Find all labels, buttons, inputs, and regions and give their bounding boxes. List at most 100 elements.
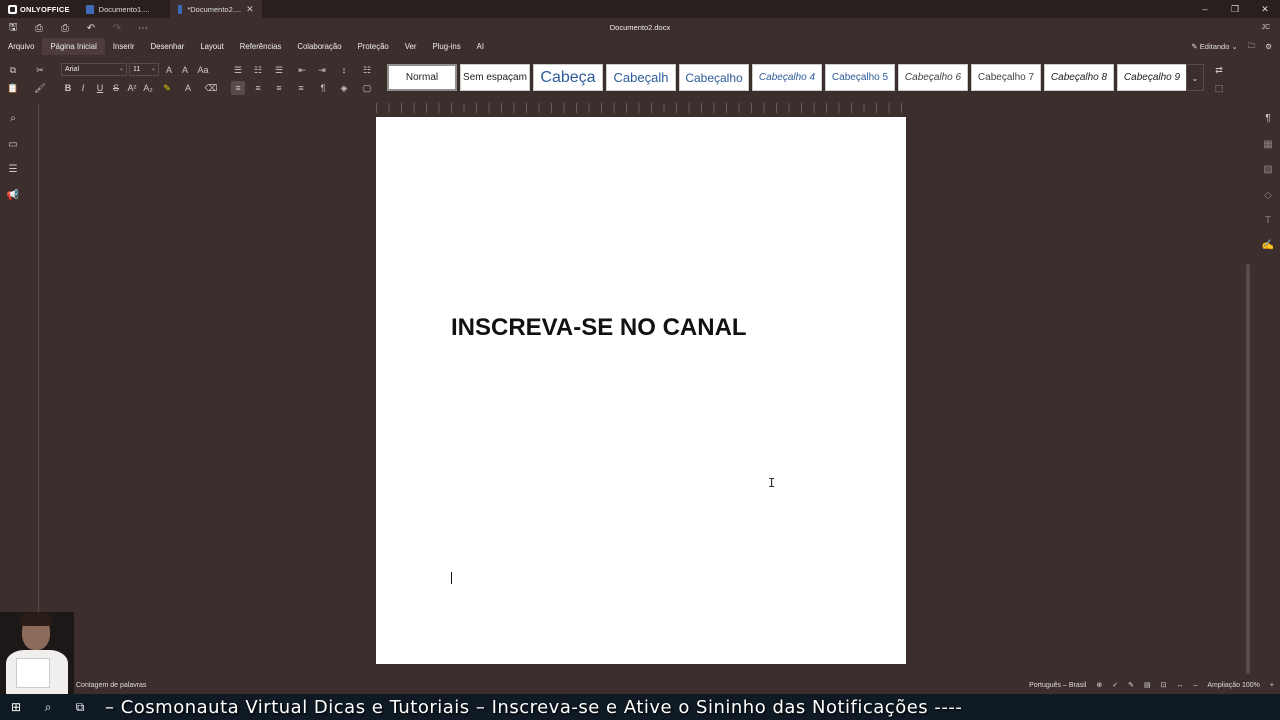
- tab-layout[interactable]: Layout: [192, 38, 231, 55]
- vertical-scrollbar[interactable]: [1245, 104, 1251, 674]
- tab-inserir[interactable]: Inserir: [105, 38, 143, 55]
- word-count-button[interactable]: Contagem de palavras: [76, 682, 146, 689]
- styles-expand-button[interactable]: ⌄: [1186, 64, 1204, 91]
- increase-font-icon[interactable]: A: [162, 63, 176, 77]
- tab-protecao[interactable]: Proteção: [350, 38, 397, 55]
- zoom-in-icon[interactable]: +: [1270, 682, 1274, 689]
- clear-format-icon[interactable]: ⌫: [204, 81, 218, 95]
- align-right-icon[interactable]: ≡: [272, 81, 286, 95]
- italic-icon[interactable]: I: [76, 81, 90, 95]
- zoom-level[interactable]: Ampliação 100%: [1207, 682, 1260, 689]
- textart-settings-icon[interactable]: T: [1261, 214, 1275, 228]
- user-avatar[interactable]: JC: [1261, 24, 1270, 31]
- windows-start-icon[interactable]: ⊞: [8, 699, 24, 715]
- quick-print-icon[interactable]: ⎙: [52, 23, 78, 34]
- style-heading7[interactable]: Cabeçalho 7: [971, 64, 1041, 91]
- font-family-select[interactable]: Arial ⌄: [61, 63, 127, 76]
- redo-icon[interactable]: ↷: [104, 23, 130, 34]
- style-heading6[interactable]: Cabeçalho 6: [898, 64, 968, 91]
- shading-icon[interactable]: ◈: [337, 81, 351, 95]
- select-all-icon[interactable]: ⬚: [1212, 81, 1226, 95]
- style-no-spacing[interactable]: Sem espaçam: [460, 64, 530, 91]
- numbering-icon[interactable]: ☷: [251, 63, 265, 77]
- close-tab-icon[interactable]: ✕: [246, 4, 254, 15]
- paste-icon[interactable]: 📋: [6, 81, 20, 95]
- line-spacing-icon[interactable]: ↕: [337, 63, 351, 77]
- replace-icon[interactable]: ⇄: [1212, 63, 1226, 77]
- track-changes-icon[interactable]: ✎: [1128, 681, 1134, 689]
- borders-icon[interactable]: ▢: [360, 81, 374, 95]
- subscript-icon[interactable]: A₂: [141, 81, 155, 95]
- scrollbar-thumb[interactable]: [1246, 264, 1250, 674]
- tab-arquivo[interactable]: Arquivo: [0, 38, 42, 55]
- document-page[interactable]: INSCREVA-SE NO CANAL: [376, 117, 906, 664]
- editing-mode-button[interactable]: ✎ Editando ⌄: [1191, 42, 1237, 51]
- style-normal[interactable]: Normal: [387, 64, 457, 91]
- style-heading1[interactable]: Cabeça: [533, 64, 603, 91]
- style-heading3[interactable]: Cabeçalho: [679, 64, 749, 91]
- tab-pagina-inicial[interactable]: Página Inicial: [42, 38, 105, 55]
- taskbar-search-icon[interactable]: ⌕: [40, 699, 56, 715]
- style-heading8[interactable]: Cabeçalho 8: [1044, 64, 1114, 91]
- bullets-icon[interactable]: ☰: [231, 63, 245, 77]
- search-icon[interactable]: ⌕: [6, 112, 20, 126]
- signature-settings-icon[interactable]: ✍: [1261, 239, 1275, 253]
- increase-indent-icon[interactable]: ⇥: [315, 63, 329, 77]
- superscript-icon[interactable]: A²: [125, 81, 139, 95]
- style-heading2[interactable]: Cabeçalh: [606, 64, 676, 91]
- table-settings-icon[interactable]: ▦: [1261, 138, 1275, 152]
- tab-ai[interactable]: AI: [469, 38, 492, 55]
- format-painter-icon[interactable]: 🖌: [33, 81, 47, 95]
- tab-colaboracao[interactable]: Colaboração: [289, 38, 349, 55]
- align-left-icon[interactable]: ≡: [231, 81, 245, 95]
- font-size-select[interactable]: 11 ⌄: [129, 63, 159, 76]
- more-icon[interactable]: ⋯: [130, 23, 156, 34]
- tab-ver[interactable]: Ver: [397, 38, 425, 55]
- highlight-icon[interactable]: ✎: [160, 81, 174, 95]
- tab-referencias[interactable]: Referências: [232, 38, 290, 55]
- tab-documento1[interactable]: Documento1....: [78, 0, 170, 18]
- view-mode-icon[interactable]: ▤: [1144, 681, 1151, 689]
- fit-width-icon[interactable]: ↔: [1176, 682, 1183, 689]
- decrease-font-icon[interactable]: A: [178, 63, 192, 77]
- style-heading4[interactable]: Cabeçalho 4: [752, 64, 822, 91]
- undo-icon[interactable]: ↶: [78, 23, 104, 34]
- minimize-icon[interactable]: –: [1190, 0, 1220, 18]
- comments-icon[interactable]: ▭: [6, 138, 20, 152]
- print-icon[interactable]: ⎙: [26, 23, 52, 34]
- settings-icon[interactable]: ⚙: [1265, 42, 1272, 51]
- tab-documento2[interactable]: *Documento2.... ✕: [169, 0, 262, 18]
- multilevel-icon[interactable]: ☰: [272, 63, 286, 77]
- image-settings-icon[interactable]: ▨: [1261, 163, 1275, 177]
- feedback-icon[interactable]: 📢: [6, 189, 20, 203]
- close-window-icon[interactable]: ✕: [1250, 0, 1280, 18]
- spellcheck-icon[interactable]: ✓: [1112, 681, 1118, 689]
- zoom-out-icon[interactable]: –: [1193, 682, 1197, 689]
- style-heading5[interactable]: Cabeçalho 5: [825, 64, 895, 91]
- align-center-icon[interactable]: ≡: [251, 81, 265, 95]
- tab-desenhar[interactable]: Desenhar: [143, 38, 193, 55]
- maximize-icon[interactable]: ❐: [1220, 0, 1250, 18]
- cut-icon[interactable]: ✂: [33, 63, 47, 77]
- open-location-icon[interactable]: 🗀: [1248, 40, 1256, 53]
- paragraph-settings-icon[interactable]: ☷: [360, 63, 374, 77]
- justify-icon[interactable]: ≡: [294, 81, 308, 95]
- style-heading9[interactable]: Cabeçalho 9: [1117, 64, 1187, 91]
- fit-page-icon[interactable]: ⊡: [1161, 681, 1167, 689]
- globe-icon[interactable]: ⊕: [1096, 681, 1102, 689]
- strikethrough-icon[interactable]: S: [109, 81, 123, 95]
- shape-settings-icon[interactable]: ◇: [1261, 189, 1275, 203]
- tab-plugins[interactable]: Plug-ins: [424, 38, 468, 55]
- underline-icon[interactable]: U: [93, 81, 107, 95]
- change-case-icon[interactable]: Aa: [196, 63, 210, 77]
- task-view-icon[interactable]: ⧉: [72, 699, 88, 715]
- navigation-icon[interactable]: ☰: [6, 163, 20, 177]
- copy-icon[interactable]: ⧉: [6, 63, 20, 77]
- nonprinting-chars-icon[interactable]: ¶: [316, 81, 330, 95]
- bold-icon[interactable]: B: [61, 81, 75, 95]
- paragraph-settings-icon[interactable]: ¶: [1261, 112, 1275, 126]
- font-color-icon[interactable]: A: [181, 81, 195, 95]
- language-select[interactable]: Português – Brasil: [1029, 682, 1086, 689]
- save-icon[interactable]: 🖫: [0, 20, 26, 37]
- document-headline[interactable]: INSCREVA-SE NO CANAL: [451, 314, 747, 342]
